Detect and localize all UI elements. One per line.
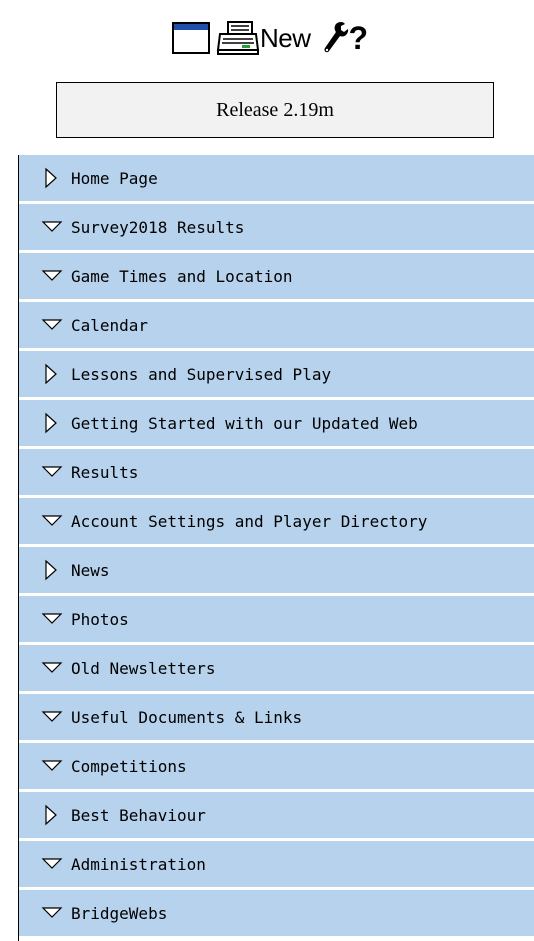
- menu-item-best-behaviour[interactable]: Best Behaviour: [19, 792, 534, 838]
- triangle-down-icon: [41, 319, 63, 330]
- menu-item-label: Best Behaviour: [71, 805, 206, 825]
- triangle-down-icon: [41, 270, 63, 281]
- triangle-down-icon: [41, 711, 63, 722]
- menu-item-photos[interactable]: Photos: [19, 596, 534, 642]
- menu-item-label: Useful Documents & Links: [71, 707, 303, 727]
- triangle-right-icon: [45, 804, 57, 826]
- menu-item-label: BridgeWebs: [71, 903, 168, 923]
- menu-item-label: Getting Started with our Updated Web: [71, 413, 418, 433]
- navigation-menu: Home Page Survey2018 Results Game Times an…: [18, 155, 534, 941]
- printer-icon[interactable]: [216, 20, 260, 56]
- help-link[interactable]: ?: [349, 20, 369, 57]
- triangle-down-icon: [41, 760, 63, 771]
- release-banner: Release 2.19m: [56, 82, 494, 138]
- menu-item-useful-documents-links[interactable]: Useful Documents & Links: [19, 694, 534, 740]
- menu-item-label: Administration: [71, 854, 206, 874]
- menu-item-label: Calendar: [71, 315, 149, 335]
- menu-item-label: Lessons and Supervised Play: [71, 364, 332, 384]
- triangle-right-icon: [45, 167, 57, 189]
- wrench-icon[interactable]: [319, 20, 349, 56]
- menu-item-label: Game Times and Location: [71, 266, 293, 286]
- triangle-down-icon: [41, 613, 63, 624]
- window-icon[interactable]: [172, 22, 210, 54]
- menu-item-label: Results: [71, 462, 139, 482]
- menu-item-administration[interactable]: Administration: [19, 841, 534, 887]
- triangle-down-icon: [41, 858, 63, 869]
- menu-item-label: Account Settings and Player Directory: [71, 511, 428, 531]
- menu-item-survey2018-results[interactable]: Survey2018 Results: [19, 204, 534, 250]
- triangle-down-icon: [41, 662, 63, 673]
- menu-item-getting-started-with-our-updated-web[interactable]: Getting Started with our Updated Web: [19, 400, 534, 446]
- menu-item-label: Photos: [71, 609, 129, 629]
- menu-item-competitions[interactable]: Competitions: [19, 743, 534, 789]
- triangle-down-icon: [41, 515, 63, 526]
- menu-item-account-settings-and-player-directory[interactable]: Account Settings and Player Directory: [19, 498, 534, 544]
- menu-item-game-times-and-location[interactable]: Game Times and Location: [19, 253, 534, 299]
- menu-item-label: Survey2018 Results: [71, 217, 245, 237]
- menu-item-bridgewebs[interactable]: BridgeWebs: [19, 890, 534, 936]
- menu-item-old-newsletters[interactable]: Old Newsletters: [19, 645, 534, 691]
- menu-item-results[interactable]: Results: [19, 449, 534, 495]
- menu-item-lessons-and-supervised-play[interactable]: Lessons and Supervised Play: [19, 351, 534, 397]
- menu-item-label: Home Page: [71, 168, 158, 188]
- new-link[interactable]: New: [260, 23, 311, 54]
- triangle-right-icon: [45, 559, 57, 581]
- triangle-right-icon: [45, 412, 57, 434]
- menu-item-calendar[interactable]: Calendar: [19, 302, 534, 348]
- triangle-right-icon: [45, 363, 57, 385]
- menu-item-home-page[interactable]: Home Page: [19, 155, 534, 201]
- menu-item-label: Old Newsletters: [71, 658, 216, 678]
- triangle-down-icon: [41, 221, 63, 232]
- menu-item-label: Competitions: [71, 756, 187, 776]
- menu-item-news[interactable]: News: [19, 547, 534, 593]
- triangle-down-icon: [41, 907, 63, 918]
- triangle-down-icon: [41, 466, 63, 477]
- toolbar: New ?: [170, 16, 400, 60]
- menu-item-label: News: [71, 560, 110, 580]
- release-label: Release 2.19m: [216, 98, 334, 121]
